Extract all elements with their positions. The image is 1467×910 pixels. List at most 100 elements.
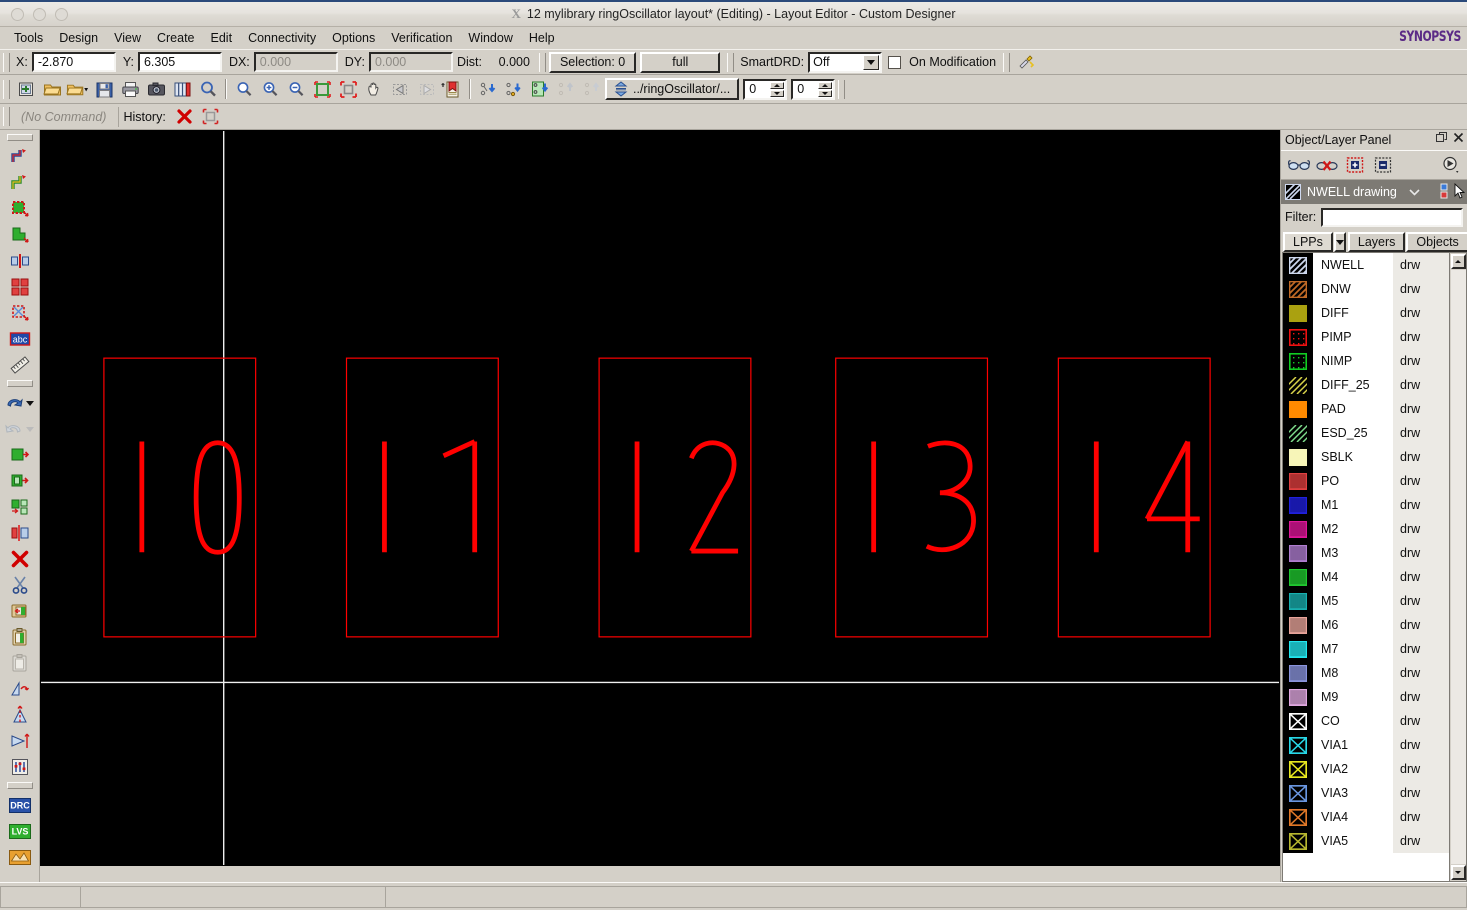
layer-row[interactable]: M7 drw xyxy=(1283,637,1449,661)
history-window-icon[interactable] xyxy=(199,105,223,129)
properties-icon[interactable] xyxy=(7,754,33,780)
level-start-up-icon[interactable] xyxy=(770,81,785,89)
menu-connectivity[interactable]: Connectivity xyxy=(240,29,324,47)
layer-swatch-cell[interactable] xyxy=(1283,349,1313,373)
panel-options-icon[interactable] xyxy=(1437,153,1465,177)
layer-row[interactable]: ESD_25 drw xyxy=(1283,421,1449,445)
menu-options[interactable]: Options xyxy=(324,29,383,47)
undock-icon[interactable] xyxy=(1436,132,1447,146)
close-icon[interactable] xyxy=(1453,132,1464,146)
fit-all-icon[interactable] xyxy=(336,77,360,101)
layout-drawing[interactable] xyxy=(41,131,1279,865)
toolbar-grip-3[interactable] xyxy=(727,52,735,72)
create-wire-icon[interactable] xyxy=(7,170,33,196)
menu-help[interactable]: Help xyxy=(521,29,563,47)
redo-dropdown-icon[interactable] xyxy=(24,426,36,432)
layout-canvas[interactable] xyxy=(40,130,1280,866)
stretch-icon[interactable] xyxy=(7,494,33,520)
show-all-layers-icon[interactable] xyxy=(1285,153,1313,177)
previous-view-icon[interactable] xyxy=(388,77,412,101)
layer-row[interactable]: DIFF drw xyxy=(1283,301,1449,325)
hide-all-layers-icon[interactable] xyxy=(1313,153,1341,177)
layer-swatch-cell[interactable] xyxy=(1283,541,1313,565)
hierarchy-path-button[interactable]: ../ringOscillator/... xyxy=(605,78,740,100)
menu-design[interactable]: Design xyxy=(51,29,106,47)
rotate-icon[interactable] xyxy=(7,676,33,702)
paste-special-icon[interactable] xyxy=(7,598,33,624)
layer-row[interactable]: M4 drw xyxy=(1283,565,1449,589)
ruler-icon[interactable] xyxy=(7,352,33,378)
menu-verification[interactable]: Verification xyxy=(383,29,460,47)
layer-swatch-cell[interactable] xyxy=(1283,685,1313,709)
layer-swatch-cell[interactable] xyxy=(1283,493,1313,517)
tab-dropdown-icon[interactable] xyxy=(1333,232,1346,252)
instance-i0[interactable] xyxy=(103,357,257,638)
layer-row[interactable]: VIA2 drw xyxy=(1283,757,1449,781)
layer-row[interactable]: PO drw xyxy=(1283,469,1449,493)
layer-swatch-cell[interactable] xyxy=(1283,253,1313,277)
instance-boundary[interactable] xyxy=(103,357,257,638)
scroll-track[interactable] xyxy=(1450,270,1466,864)
descend-icon[interactable] xyxy=(476,77,500,101)
instance-i4[interactable] xyxy=(1057,357,1211,638)
chevron-down-icon[interactable] xyxy=(1409,185,1420,199)
select-all-layers-icon[interactable] xyxy=(1341,153,1369,177)
undo-icon[interactable] xyxy=(4,390,24,416)
copy-move-icon[interactable] xyxy=(7,468,33,494)
toolbar-grip-2[interactable] xyxy=(538,52,546,72)
layer-swatch-cell[interactable] xyxy=(1283,517,1313,541)
open-recent-icon[interactable] xyxy=(66,77,90,101)
library-manager-icon[interactable] xyxy=(170,77,194,101)
create-polygon-icon[interactable] xyxy=(7,222,33,248)
save-icon[interactable] xyxy=(92,77,116,101)
chevron-down-icon[interactable] xyxy=(863,54,880,70)
undo-dropdown-icon[interactable] xyxy=(24,400,36,406)
layer-swatch-cell[interactable] xyxy=(1283,445,1313,469)
layer-swatch-cell[interactable] xyxy=(1283,733,1313,757)
paste-icon[interactable] xyxy=(7,650,33,676)
deselect-all-layers-icon[interactable] xyxy=(1369,153,1397,177)
level-start-spinner[interactable]: 0 xyxy=(743,78,788,100)
layer-row[interactable]: PAD drw xyxy=(1283,397,1449,421)
layer-row[interactable]: VIA5 drw xyxy=(1283,829,1449,853)
print-icon[interactable] xyxy=(118,77,142,101)
tab-lpps[interactable]: LPPs xyxy=(1283,232,1333,252)
redo-icon[interactable] xyxy=(4,416,24,442)
extraction-icon[interactable] xyxy=(7,844,33,870)
layer-swatch-cell[interactable] xyxy=(1283,637,1313,661)
layer-row[interactable]: VIA4 drw xyxy=(1283,805,1449,829)
layer-swatch-cell[interactable] xyxy=(1283,277,1313,301)
cmdbar-grip[interactable] xyxy=(3,107,10,126)
screenshot-icon[interactable] xyxy=(144,77,168,101)
layer-swatch-cell[interactable] xyxy=(1283,397,1313,421)
layer-swatch-cell[interactable] xyxy=(1283,565,1313,589)
layer-list-scrollbar[interactable] xyxy=(1449,253,1466,881)
layer-swatch-cell[interactable] xyxy=(1283,301,1313,325)
tab-objects[interactable]: Objects xyxy=(1406,232,1467,252)
create-via-icon[interactable] xyxy=(7,300,33,326)
fit-selection-icon[interactable] xyxy=(310,77,334,101)
move-icon[interactable] xyxy=(7,442,33,468)
flip-horizontal-icon[interactable] xyxy=(7,728,33,754)
layer-set-icon[interactable] xyxy=(1440,183,1465,200)
open-icon[interactable] xyxy=(40,77,64,101)
delete-icon[interactable] xyxy=(7,546,33,572)
descend-edit-icon[interactable] xyxy=(528,77,552,101)
zoom-in-icon[interactable] xyxy=(258,77,282,101)
drc-icon[interactable]: DRC xyxy=(7,792,33,818)
instance-i2[interactable] xyxy=(598,357,752,638)
main-toolbar-grip[interactable] xyxy=(3,79,10,99)
y-input[interactable]: 6.305 xyxy=(137,52,222,72)
toolbar-grip-end[interactable] xyxy=(838,79,846,99)
create-array-icon[interactable] xyxy=(7,274,33,300)
layer-swatch-cell[interactable] xyxy=(1283,469,1313,493)
layer-row[interactable]: NWELL drw xyxy=(1283,253,1449,277)
layer-row[interactable]: M2 drw xyxy=(1283,517,1449,541)
pan-icon[interactable] xyxy=(362,77,386,101)
layer-swatch-cell[interactable] xyxy=(1283,661,1313,685)
toolbar-grip[interactable] xyxy=(3,52,10,72)
cancel-icon[interactable] xyxy=(173,105,197,129)
layer-row[interactable]: PIMP drw xyxy=(1283,325,1449,349)
layer-row[interactable]: M9 drw xyxy=(1283,685,1449,709)
instance-i1[interactable] xyxy=(345,357,499,638)
